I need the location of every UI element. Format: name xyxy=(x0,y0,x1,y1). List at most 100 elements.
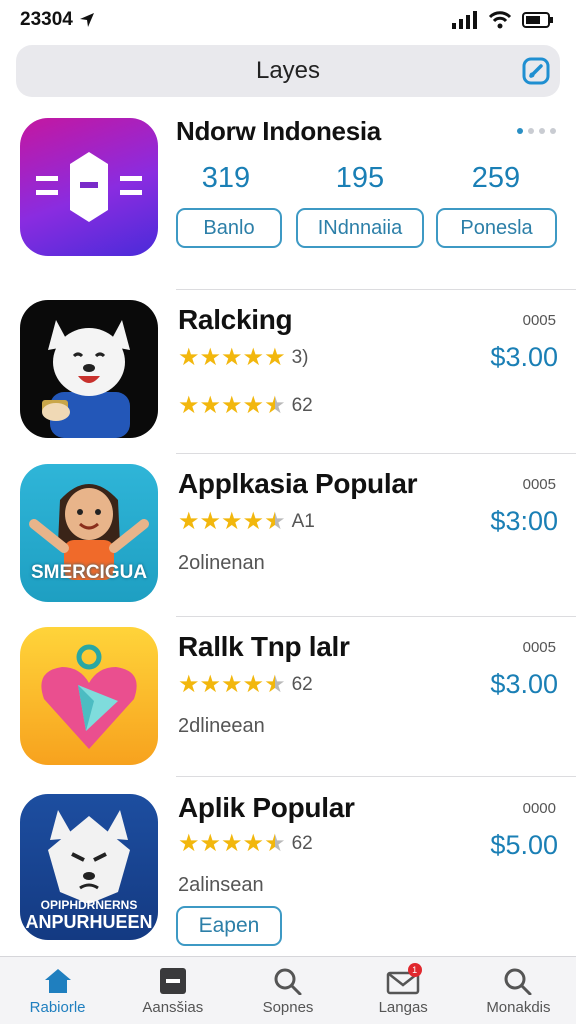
page-dot[interactable] xyxy=(550,128,556,134)
featured-button-2[interactable]: INdnnaiia xyxy=(296,208,424,248)
star-rating: ★ ★ ★ ★ ★ 62 xyxy=(178,673,313,697)
tab-label: Monakdis xyxy=(486,999,551,1016)
heart-play-icon xyxy=(41,644,137,749)
tab-bar: Rabiorle Aansšias Sopnes 1 Langas Monakd… xyxy=(0,956,576,1024)
star-icon: ★ xyxy=(264,508,286,535)
app-title[interactable]: Aplik Popular xyxy=(178,792,355,824)
featured-title: Ndorw Indonesia xyxy=(176,116,381,146)
app-row[interactable]: Ralcking 0005 $3.00 ★ ★ ★ ★ ★ 3) ★ ★ ★ ★ ★ 62 xyxy=(0,290,576,450)
star-rating: ★ ★ ★ ★ ★ A1 xyxy=(178,510,315,534)
star-rating: ★ ★ ★ ★ ★ 62 xyxy=(178,394,313,418)
open-button[interactable]: Eapen xyxy=(176,906,282,946)
featured-app-icon[interactable] xyxy=(20,118,158,256)
app-subtitle: 2alinsean xyxy=(178,874,264,896)
star-icon: ★ xyxy=(199,344,222,371)
star-icon: ★ xyxy=(178,671,200,698)
app-row[interactable]: Rallk Tnp lalr 0005 $3.00 ★ ★ ★ ★ ★ 62 2dline… xyxy=(0,617,576,777)
stat-value: 195 xyxy=(335,162,385,194)
featured-button-3[interactable]: Ponesla xyxy=(436,208,557,248)
price-button[interactable]: $5.00 xyxy=(490,830,558,861)
page-indicator[interactable] xyxy=(517,128,556,134)
tab-rabiorle[interactable]: Rabiorle xyxy=(0,957,115,1024)
star-icon: ★ xyxy=(264,392,286,419)
signal-icon xyxy=(452,11,477,29)
star-icon: ★ xyxy=(221,830,243,857)
wolf-warrior-app-icon[interactable]: OPIPHDRNERNS ANPURHUEEN xyxy=(20,794,158,940)
star-icon: ★ xyxy=(178,508,200,535)
app-row[interactable]: SMERCIGUA Applkasia Popular 0005 $3:00 ★… xyxy=(0,454,576,614)
featured-app[interactable]: Ndorw Indonesia 319 195 259 Banlo INdnna… xyxy=(0,112,576,288)
rating-count: 62 xyxy=(291,674,313,695)
star-icon: ★ xyxy=(242,830,265,857)
home-icon xyxy=(44,969,71,993)
search-bar[interactable]: Layes xyxy=(16,45,560,97)
star-icon: ★ xyxy=(199,830,222,857)
rating-count: 3) xyxy=(291,347,309,368)
notification-badge: 1 xyxy=(407,963,422,977)
status-bar: 23304 xyxy=(0,0,576,40)
tab-sopnes[interactable]: Sopnes xyxy=(230,957,345,1024)
minus-box-icon xyxy=(159,968,186,994)
app-meta: 0005 xyxy=(522,639,556,656)
edit-button[interactable] xyxy=(520,55,552,87)
star-icon: ★ xyxy=(199,508,222,535)
rating-count: 62 xyxy=(291,395,313,416)
equals-dash-icon xyxy=(36,152,142,222)
app-subtitle: 2olinenan xyxy=(178,552,265,574)
app-row[interactable]: OPIPHDRNERNS ANPURHUEEN Aplik Popular 00… xyxy=(0,778,576,954)
app-meta: 0005 xyxy=(522,476,556,493)
featured-button-1[interactable]: Banlo xyxy=(176,208,282,248)
tab-label: Langas xyxy=(378,999,428,1016)
page-dot[interactable] xyxy=(517,128,523,134)
wolf-app-icon[interactable] xyxy=(20,300,158,438)
battery-icon xyxy=(522,12,553,28)
app-meta: 0000 xyxy=(522,800,556,817)
stat-value: 259 xyxy=(471,162,521,194)
tab-label: Aansšias xyxy=(142,999,204,1016)
star-icon: ★ xyxy=(199,671,222,698)
star-icon: ★ xyxy=(221,344,243,371)
star-icon: ★ xyxy=(178,830,200,857)
app-title[interactable]: Ralcking xyxy=(178,304,293,336)
star-icon: ★ xyxy=(178,392,200,419)
star-rating: ★ ★ ★ ★ ★ 62 xyxy=(178,832,313,856)
app-subtitle: 2dlineean xyxy=(178,715,265,737)
star-icon: ★ xyxy=(242,392,265,419)
star-icon: ★ xyxy=(199,392,222,419)
star-rating: ★ ★ ★ ★ ★ 3) xyxy=(178,346,308,370)
page-dot[interactable] xyxy=(528,128,534,134)
page-dot[interactable] xyxy=(539,128,545,134)
star-icon: ★ xyxy=(264,830,286,857)
star-icon: ★ xyxy=(242,671,265,698)
icon-label: ANPURHUEEN xyxy=(25,912,153,932)
icon-label: SMERCIGUA xyxy=(30,562,148,583)
star-icon: ★ xyxy=(221,671,243,698)
search-icon xyxy=(504,968,532,995)
tab-langas[interactable]: 1 Langas xyxy=(346,957,461,1024)
price-button[interactable]: $3:00 xyxy=(490,506,558,537)
tab-monakdis[interactable]: Monakdis xyxy=(461,957,576,1024)
status-time-text: 23304 xyxy=(20,9,73,30)
star-icon: ★ xyxy=(264,671,286,698)
star-icon: ★ xyxy=(242,508,265,535)
app-title[interactable]: Rallk Tnp lalr xyxy=(178,631,350,663)
price-button[interactable]: $3.00 xyxy=(490,669,558,700)
star-icon: ★ xyxy=(264,344,286,371)
app-meta: 0005 xyxy=(522,312,556,329)
price-button[interactable]: $3.00 xyxy=(490,342,558,373)
divider xyxy=(176,776,576,777)
rating-count: A1 xyxy=(291,511,315,532)
tab-aansias[interactable]: Aansšias xyxy=(115,957,230,1024)
rating-count: 62 xyxy=(291,833,313,854)
edit-icon xyxy=(522,57,550,85)
star-icon: ★ xyxy=(242,344,265,371)
location-arrow-icon xyxy=(79,13,94,27)
tab-label: Rabiorle xyxy=(29,999,86,1016)
status-time: 23304 xyxy=(20,9,95,31)
star-icon: ★ xyxy=(221,508,243,535)
heart-play-app-icon[interactable] xyxy=(20,627,158,765)
star-icon: ★ xyxy=(221,392,243,419)
girl-app-icon[interactable]: SMERCIGUA xyxy=(20,464,158,602)
icon-label: OPIPHDRNERNS xyxy=(40,898,138,912)
app-title[interactable]: Applkasia Popular xyxy=(178,468,418,500)
